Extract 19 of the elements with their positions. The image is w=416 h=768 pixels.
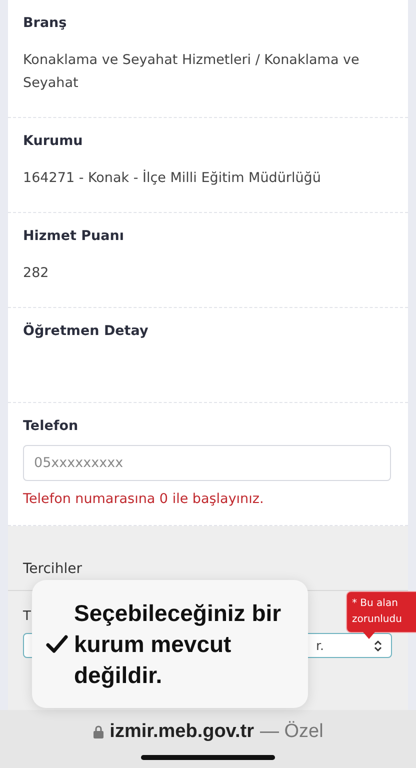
validation-tooltip: * Bu alan zorunludu bbox=[346, 591, 416, 633]
field-value: 164271 - Konak - İlçe Milli Eğitim Müdürlüğü bbox=[23, 168, 322, 188]
tooltip-pointer bbox=[363, 632, 375, 639]
field-value: 282 bbox=[23, 264, 50, 283]
error-message: Telefon numarasına 0 ile başlayınız. bbox=[23, 491, 265, 507]
field-value: Konaklama ve Seyahat Hizmetleri / Konaklama ve Seyahat bbox=[23, 51, 360, 93]
field-label: Kurumu bbox=[23, 132, 84, 150]
chevron-icon bbox=[373, 640, 383, 652]
field-label: Öğretmen Detay bbox=[23, 322, 150, 340]
phone-input-field[interactable]: 05xxxxxxxxx bbox=[23, 445, 391, 481]
field-label: T bbox=[23, 609, 31, 625]
lock-icon bbox=[92, 725, 104, 739]
private-mode-label: — Özel bbox=[260, 721, 324, 743]
field-label: Hizmet Puanı bbox=[23, 227, 126, 245]
address-bar[interactable]: izmir.meb.gov.tr — Özel bbox=[0, 710, 416, 768]
field-label: Branş bbox=[23, 14, 68, 32]
url-text: izmir.meb.gov.tr bbox=[110, 721, 254, 743]
field-label: Telefon bbox=[23, 417, 80, 435]
menu-option[interactable]: Seçebileceğiniz bir kurum mevcut değildir. bbox=[74, 598, 298, 690]
